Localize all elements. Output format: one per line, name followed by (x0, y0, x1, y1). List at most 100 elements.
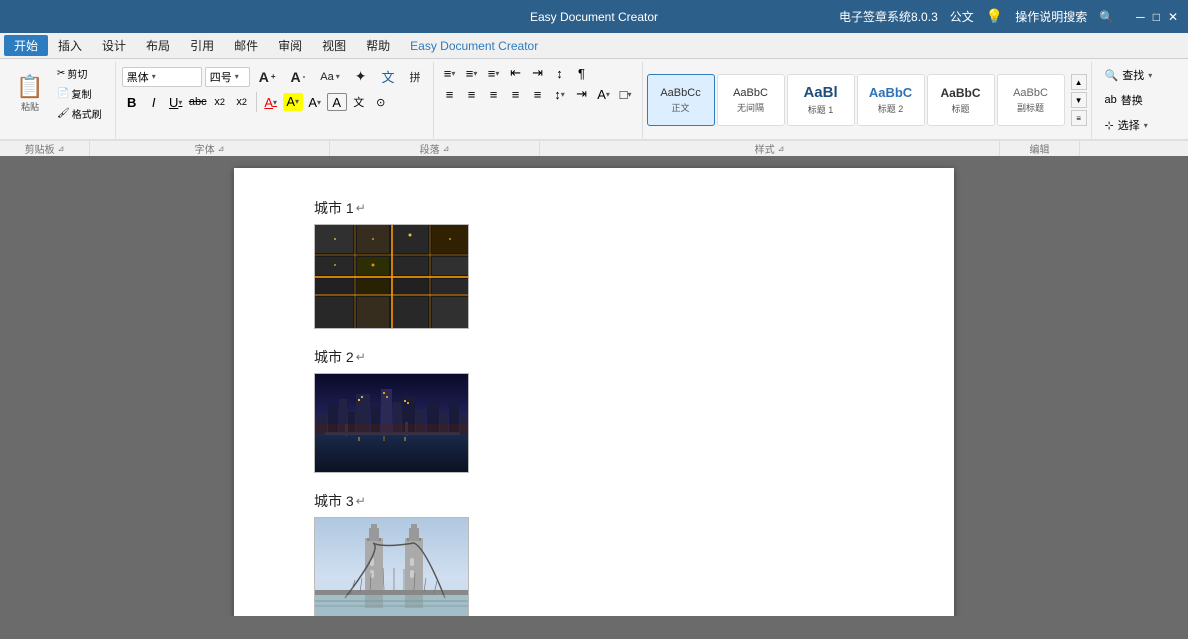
bullets-button[interactable]: ≡▾ (440, 64, 460, 82)
menu-design[interactable]: 设计 (92, 35, 136, 56)
menu-start[interactable]: 开始 (4, 35, 48, 56)
char-border-button[interactable]: A (327, 93, 347, 111)
editing-label[interactable]: 编辑 (1000, 141, 1080, 156)
paragraph-label[interactable]: 段落 ⊿ (330, 141, 540, 156)
enclosed-char-button[interactable]: ⊙ (371, 93, 391, 111)
public-doc-menu[interactable]: 公文 (950, 8, 974, 25)
styles-scroll-down[interactable]: ▼ (1071, 92, 1087, 108)
borders-button[interactable]: □▾ (616, 85, 636, 103)
align-left-button[interactable]: ≡ (440, 85, 460, 103)
bold-button[interactable]: B (122, 93, 142, 111)
style-heading[interactable]: AaBbC 标题 (927, 74, 995, 126)
underline-button[interactable]: U▾ (166, 93, 186, 111)
city-2-section: 城市 2↵ (314, 347, 894, 473)
document-area[interactable]: 城市 1↵ (0, 156, 1188, 616)
shading-button[interactable]: A▾ (594, 85, 614, 103)
style-heading2[interactable]: AaBbC 标题 2 (857, 74, 925, 126)
paragraph-group: ≡▾ ≡▾ ≡▾ ⇤ ⇥ ↕ ¶ ≡ ≡ ≡ ≡ ≡ ↕▾ ⇥ A▾ □▾ (434, 62, 643, 138)
style-no-spacing[interactable]: AaBbC 无间隔 (717, 74, 785, 126)
font-color-button[interactable]: A▾ (261, 93, 281, 111)
styles-label[interactable]: 样式 ⊿ (540, 141, 1000, 156)
numbering-button[interactable]: ≡▾ (462, 64, 482, 82)
copy-button[interactable]: 📄 复制 (52, 84, 107, 102)
paste-button[interactable]: 📋 粘贴 (12, 70, 48, 116)
minimize-btn[interactable]: ─ (1136, 10, 1145, 24)
line-spacing-button[interactable]: ↕▾ (550, 85, 570, 103)
city3-svg (315, 518, 469, 616)
show-formatting-button[interactable]: ¶ (572, 64, 592, 82)
city-1-image (314, 224, 469, 329)
city2-svg (315, 374, 469, 473)
multilevel-list-button[interactable]: ≡▾ (484, 64, 504, 82)
change-case-button[interactable]: Aa▾ (314, 66, 345, 88)
italic-button[interactable]: I (144, 93, 164, 111)
document-content: 城市 1↵ (314, 198, 894, 616)
city-3-heading: 城市 3↵ (314, 491, 894, 511)
menu-view[interactable]: 视图 (312, 35, 356, 56)
document-page[interactable]: 城市 1↵ (234, 168, 954, 616)
clear-format-button[interactable]: ✦ (349, 65, 373, 88)
city-3-image (314, 517, 469, 616)
close-btn[interactable]: ✕ (1168, 10, 1178, 24)
subscript-button[interactable]: x2 (210, 93, 230, 111)
font-name-combo[interactable]: 黑体 ▾ (122, 67, 202, 87)
format-painter-icon: 🖌 (57, 108, 70, 119)
font-grow-button[interactable]: A+ (253, 66, 282, 88)
menu-layout[interactable]: 布局 (136, 35, 180, 56)
menu-mail[interactable]: 邮件 (224, 35, 268, 56)
sort-button[interactable]: ↕ (550, 64, 570, 82)
font-label[interactable]: 字体 ⊿ (90, 141, 330, 156)
justify-button[interactable]: ≡ (506, 85, 526, 103)
clipboard-group: 📋 粘贴 ✂ 剪切 📄 复制 🖌 格式刷 (4, 62, 116, 138)
phonetic-guide-button[interactable]: 文 (349, 93, 369, 111)
city-2-heading: 城市 2↵ (314, 347, 894, 367)
align-right-button[interactable]: ≡ (484, 85, 504, 103)
title-bar: Easy Document Creator 电子签章系统8.0.3 公文 💡 操… (0, 0, 1188, 33)
styles-group: AaBbCc 正文 AaBbC 无间隔 AaBl 标题 1 AaBbC 标题 2 (643, 62, 1092, 138)
city-2-image (314, 373, 469, 473)
menu-review[interactable]: 审阅 (268, 35, 312, 56)
menu-insert[interactable]: 插入 (48, 35, 92, 56)
search-icon[interactable]: 🔍 (1099, 10, 1114, 24)
select-button[interactable]: ⊹ 选择 ▾ (1098, 114, 1155, 136)
title-text: Easy Document Creator (530, 10, 658, 24)
decrease-indent-button[interactable]: ⇤ (506, 64, 526, 82)
format-painter-button[interactable]: 🖌 格式刷 (52, 104, 107, 122)
find-icon: 🔍 (1105, 69, 1119, 82)
styles-expand[interactable]: ≡ (1071, 110, 1087, 126)
cut-button[interactable]: ✂ 剪切 (52, 64, 107, 82)
find-button[interactable]: 🔍 查找 ▾ (1098, 64, 1160, 86)
city-1-section: 城市 1↵ (314, 198, 894, 329)
strikethrough-button[interactable]: abc (188, 93, 208, 111)
styles-scroll-up[interactable]: ▲ (1071, 74, 1087, 90)
pinyin-button[interactable]: 拼 (404, 66, 427, 88)
style-heading1[interactable]: AaBl 标题 1 (787, 74, 855, 126)
electronic-seal-menu[interactable]: 电子签章系统8.0.3 (839, 8, 938, 25)
maximize-btn[interactable]: □ (1153, 10, 1160, 24)
ribbon-area: 📋 粘贴 ✂ 剪切 📄 复制 🖌 格式刷 (0, 59, 1188, 156)
editing-group: 🔍 查找 ▾ ab 替换 ⊹ 选择 ▾ (1092, 62, 1166, 138)
indent-para-button[interactable]: ⇥ (572, 85, 592, 103)
clipboard-label[interactable]: 剪贴板 ⊿ (0, 141, 90, 156)
increase-indent-button[interactable]: ⇥ (528, 64, 548, 82)
distributed-button[interactable]: ≡ (528, 85, 548, 103)
text-highlight-button[interactable]: 文 (376, 64, 401, 89)
style-subtitle[interactable]: AaBbC 副标题 (997, 74, 1065, 126)
align-center-button[interactable]: ≡ (462, 85, 482, 103)
char-shading-button[interactable]: A▾ (305, 93, 325, 111)
menu-edc[interactable]: Easy Document Creator (400, 37, 548, 55)
style-normal[interactable]: AaBbCc 正文 (647, 74, 715, 126)
search-hint[interactable]: 操作说明搜索 (1015, 8, 1087, 25)
window-controls: ─ □ ✕ (1136, 10, 1178, 24)
font-shrink-button[interactable]: A- (285, 66, 312, 88)
menu-help[interactable]: 帮助 (356, 35, 400, 56)
highlight-color-button[interactable]: A▾ (283, 93, 303, 111)
replace-button[interactable]: ab 替换 (1098, 89, 1150, 111)
font-size-combo[interactable]: 四号 ▾ (205, 67, 250, 87)
ribbon-group-labels: 剪贴板 ⊿ 字体 ⊿ 段落 ⊿ 样式 ⊿ 编辑 (0, 140, 1188, 156)
superscript-button[interactable]: x2 (232, 93, 252, 111)
cut-icon: ✂ (57, 68, 65, 79)
menu-reference[interactable]: 引用 (180, 35, 224, 56)
copy-icon: 📄 (57, 88, 69, 99)
city1-svg (315, 225, 469, 329)
